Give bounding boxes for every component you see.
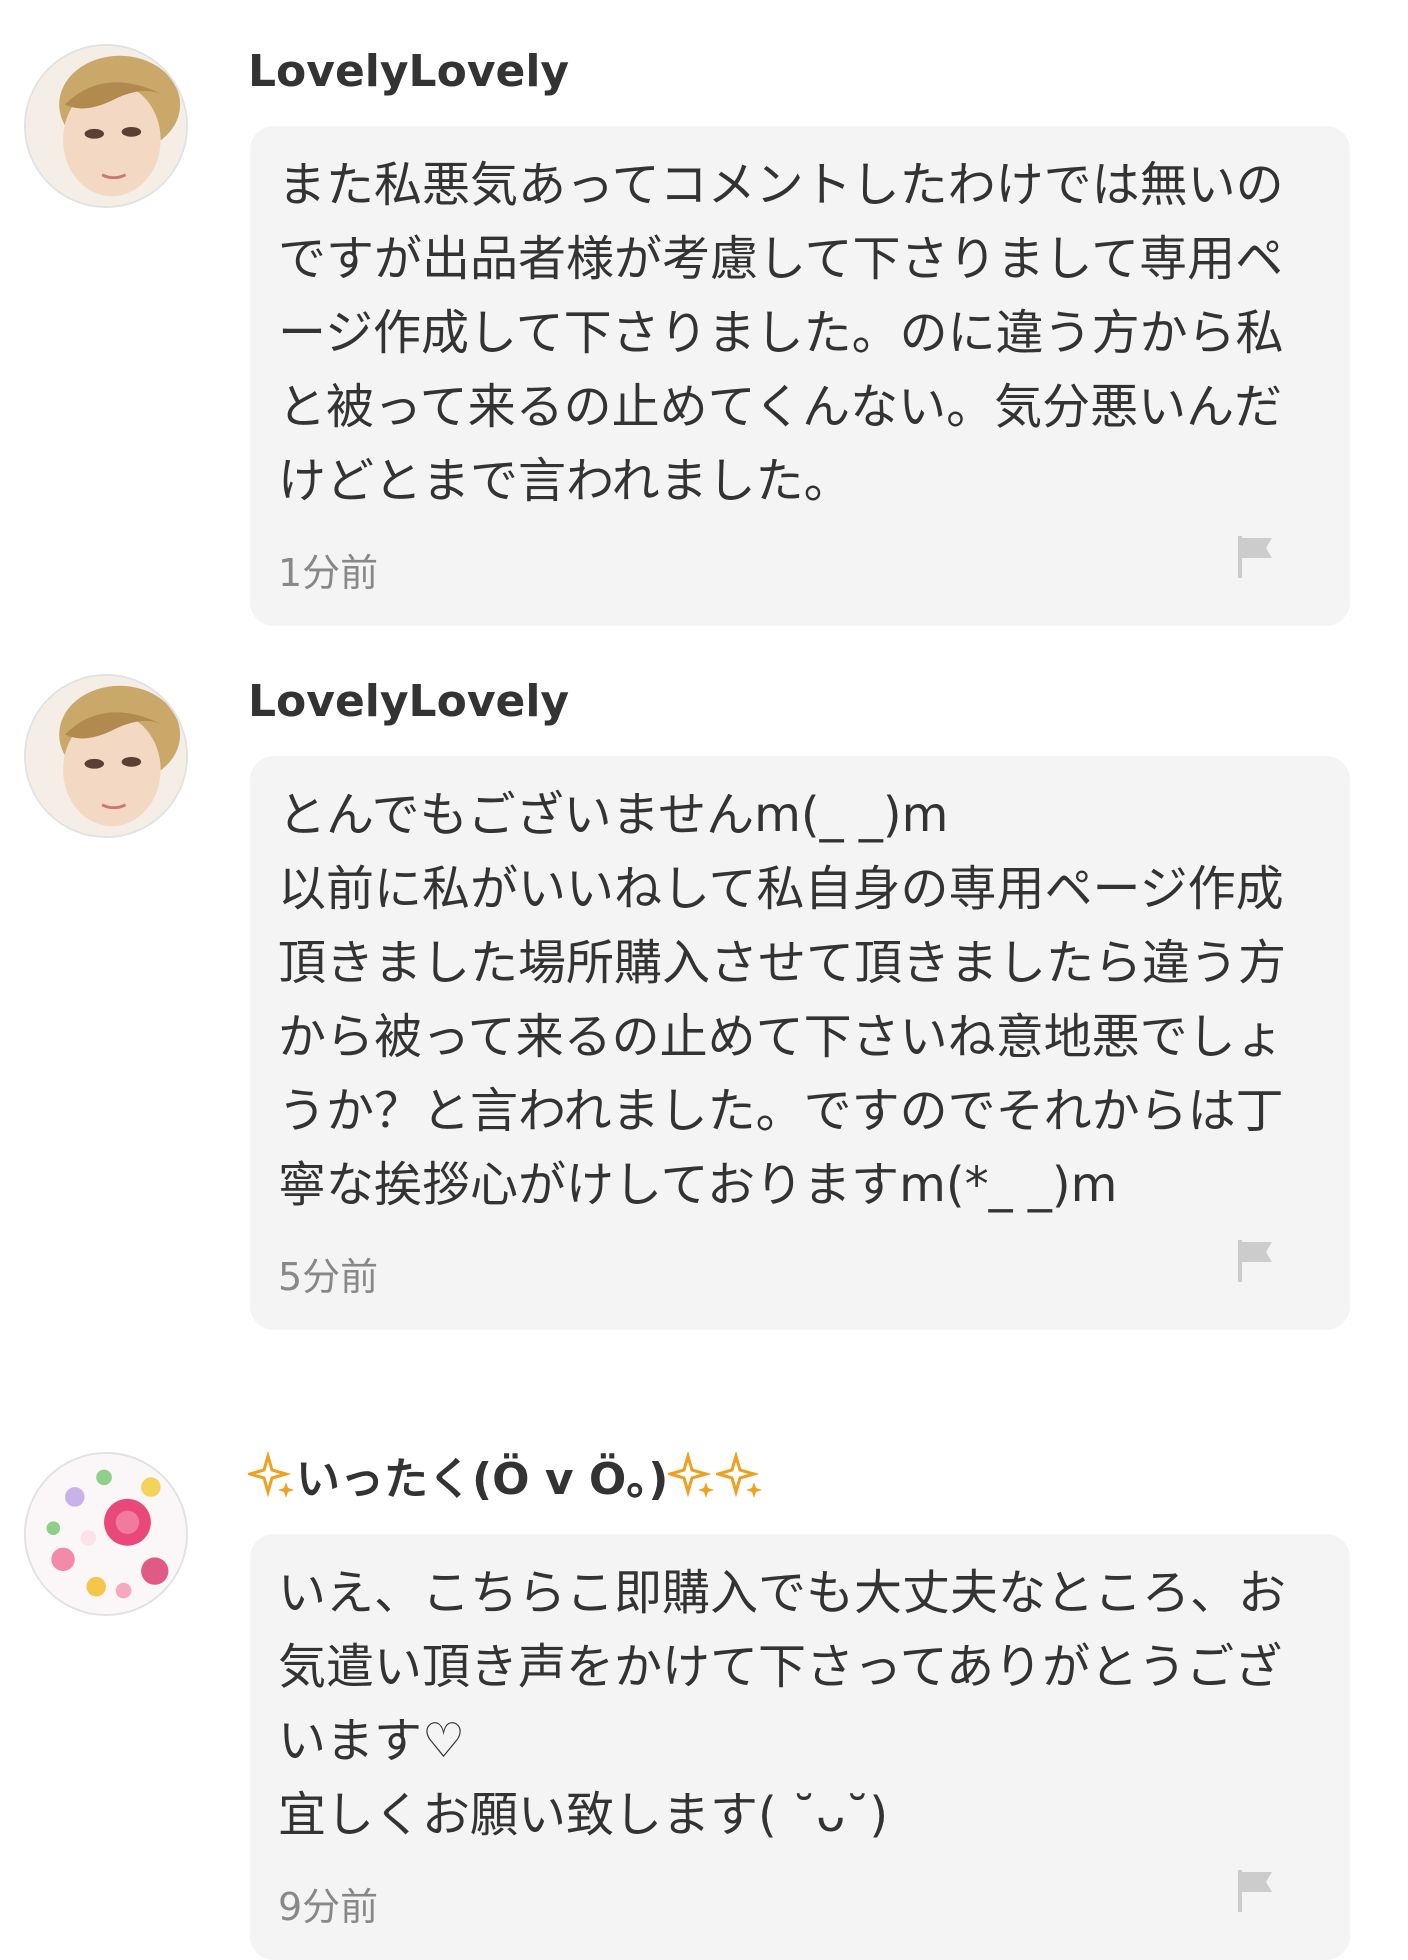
sparkle-icon	[248, 1452, 294, 1498]
user-avatar[interactable]	[24, 1452, 188, 1616]
comment-time: 5分前	[278, 1255, 379, 1299]
username[interactable]: いったく(Ö v Ö。)	[248, 1452, 764, 1508]
username[interactable]: LovelyLovely	[248, 674, 569, 730]
comment-bubble: いえ、こちらこ即購入でも大丈夫なところ、お気遣い頂き声をかけて下さってありがとう…	[250, 1534, 1350, 1960]
comment-bubble: とんでもございませんm(_ _)m 以前に私がいいねして私自身の専用ページ作成頂…	[250, 756, 1350, 1330]
username[interactable]: LovelyLovely	[248, 44, 569, 100]
flag-icon[interactable]	[1236, 534, 1276, 580]
user-avatar[interactable]	[24, 674, 188, 838]
flag-icon[interactable]	[1236, 1238, 1276, 1284]
profile-photo-icon	[26, 46, 186, 206]
comment-bubble: また私悪気あってコメントしたわけでは無いのですが出品者様が考慮して下さりまして専…	[250, 126, 1350, 626]
comment-text: いえ、こちらこ即購入でも大丈夫なところ、お気遣い頂き声をかけて下さってありがとう…	[278, 1565, 1287, 1843]
comment-meta: 1分前	[278, 528, 1320, 600]
comment-meta: 9分前	[278, 1862, 1320, 1934]
comment-text: また私悪気あってコメントしたわけでは無いのですが出品者様が考慮して下さりまして専…	[278, 157, 1284, 509]
sparkle-icon	[716, 1452, 763, 1498]
comment-meta: 5分前	[278, 1232, 1320, 1304]
comment-text: とんでもございませんm(_ _)m 以前に私がいいねして私自身の専用ページ作成頂…	[278, 787, 1287, 1213]
user-avatar[interactable]	[24, 44, 188, 208]
comment-time: 9分前	[278, 1885, 379, 1929]
username-text: いったく(Ö v Ö。)	[296, 1454, 669, 1505]
profile-photo-icon	[26, 676, 186, 836]
comment-time: 1分前	[278, 551, 379, 595]
flag-icon[interactable]	[1236, 1868, 1276, 1914]
sparkle-icon	[668, 1452, 715, 1498]
flowers-photo-icon	[26, 1454, 186, 1614]
